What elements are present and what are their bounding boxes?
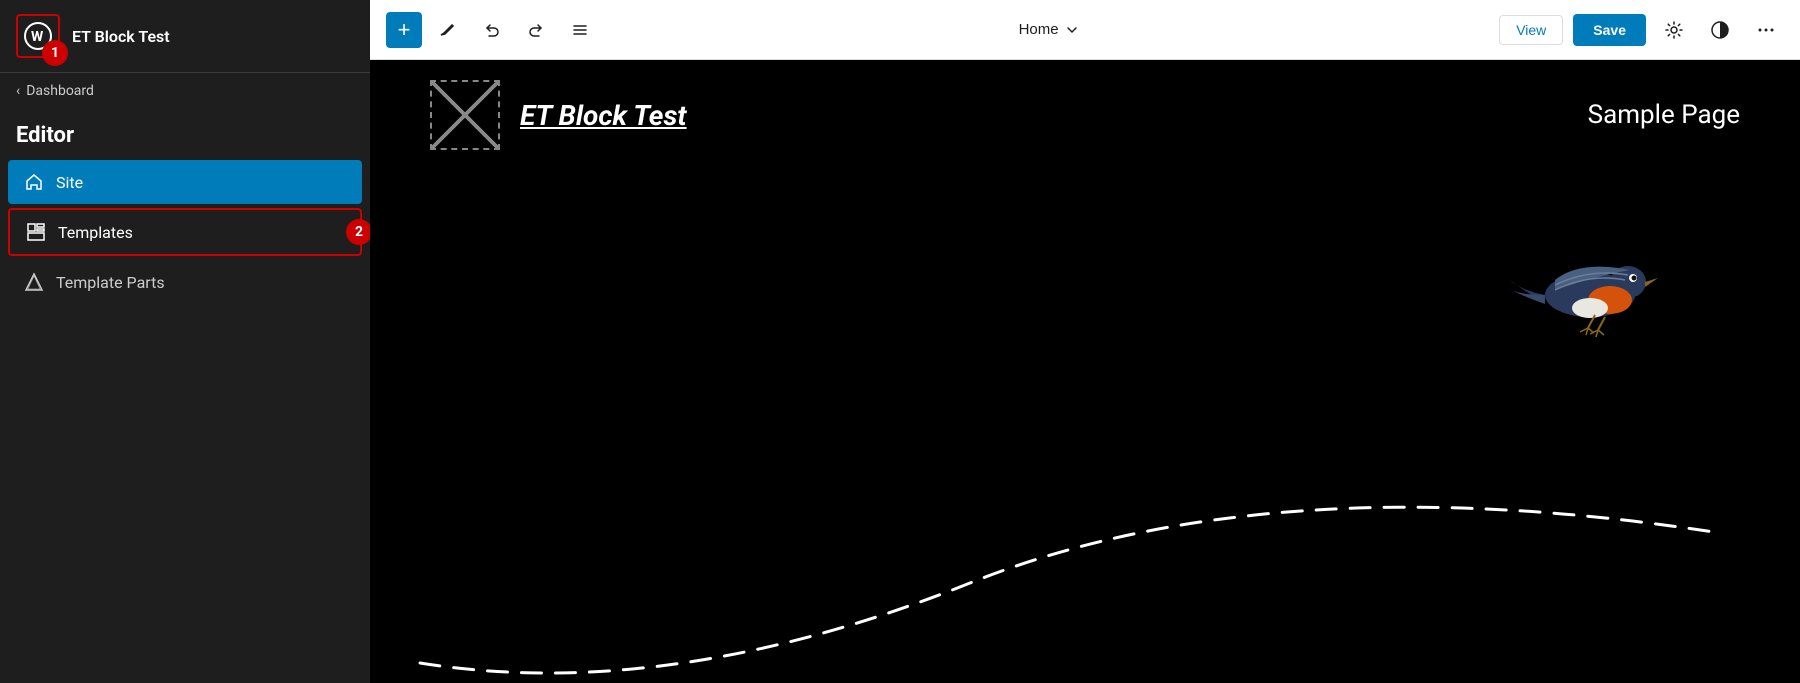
more-options-button[interactable] <box>1748 12 1784 48</box>
add-button[interactable]: + <box>386 12 422 48</box>
badge-2: 2 <box>346 219 372 245</box>
toolbar-center: Home <box>606 15 1491 44</box>
badge-1: 1 <box>42 40 68 66</box>
editor-label: Editor <box>0 109 370 158</box>
chevron-left-icon: ‹ <box>16 83 20 99</box>
sidebar: W 1 ET Block Test ‹ Dashboard Editor Sit… <box>0 0 370 683</box>
sidebar-item-templates-label: Templates <box>58 223 133 242</box>
save-button[interactable]: Save <box>1573 14 1646 46</box>
canvas-sample-page: Sample Page <box>1588 100 1740 130</box>
toolbar-right: View Save <box>1499 12 1784 48</box>
redo-button[interactable] <box>518 12 554 48</box>
template-parts-icon <box>24 272 44 292</box>
templates-icon <box>26 222 46 242</box>
wordpress-logo[interactable]: W 1 <box>16 14 60 58</box>
sidebar-item-site[interactable]: Site <box>8 160 362 204</box>
undo-button[interactable] <box>474 12 510 48</box>
list-view-button[interactable] <box>562 12 598 48</box>
toolbar: + <box>370 0 1800 60</box>
site-title: ET Block Test <box>72 27 170 46</box>
contrast-button[interactable] <box>1702 12 1738 48</box>
sidebar-item-templates[interactable]: Templates 2 <box>8 208 362 256</box>
canvas-area: ET Block Test Sample Page <box>370 60 1800 683</box>
sidebar-header: W 1 ET Block Test <box>0 0 370 73</box>
dashboard-label: Dashboard <box>26 83 94 99</box>
bird-illustration <box>1500 220 1680 360</box>
canvas-logo-area: ET Block Test <box>430 80 687 150</box>
view-button[interactable]: View <box>1499 15 1563 45</box>
svg-text:W: W <box>31 29 44 45</box>
toolbar-left: + <box>386 12 598 48</box>
dashboard-link[interactable]: ‹ Dashboard <box>0 73 370 109</box>
canvas-header: ET Block Test Sample Page <box>370 60 1800 170</box>
sidebar-item-template-parts[interactable]: Template Parts <box>8 260 362 304</box>
dashed-path-svg <box>370 383 1800 683</box>
settings-button[interactable] <box>1656 12 1692 48</box>
canvas-site-name: ET Block Test <box>520 99 687 132</box>
logo-placeholder <box>430 80 500 150</box>
sidebar-item-site-label: Site <box>56 173 83 192</box>
sidebar-item-template-parts-label: Template Parts <box>56 273 165 292</box>
home-dropdown-label: Home <box>1019 21 1059 38</box>
edit-button[interactable] <box>430 12 466 48</box>
home-icon <box>24 172 44 192</box>
home-dropdown[interactable]: Home <box>1007 15 1091 44</box>
